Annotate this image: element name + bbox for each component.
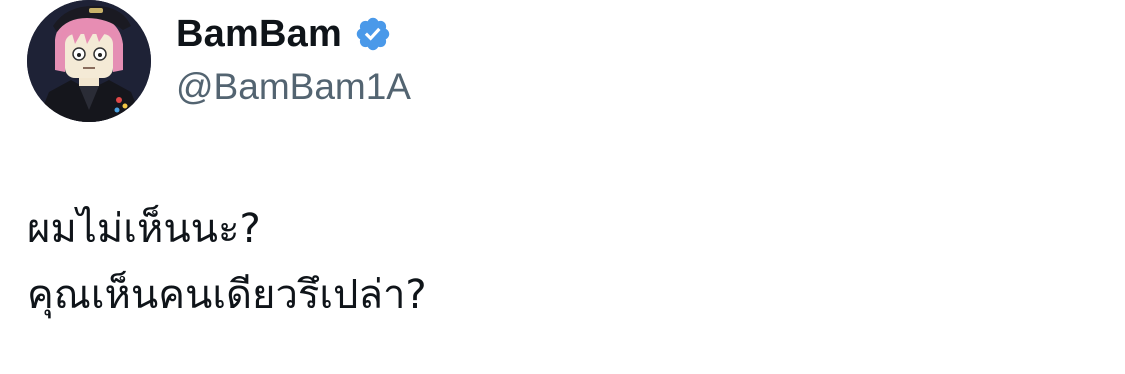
- author-display-name[interactable]: BamBam: [176, 13, 342, 56]
- tweet-text-line: คุณเห็นคนเดียวรึเปล่า?: [27, 272, 427, 318]
- tweet-text-line: ผมไม่เห็นนะ?: [27, 206, 261, 252]
- author-handle[interactable]: @BamBam1A: [176, 66, 411, 108]
- cartoon-avatar-icon: [27, 0, 151, 122]
- tweet-text: ผมไม่เห็นนะ? คุณเห็นคนเดียวรึเปล่า?: [27, 196, 427, 328]
- author-name-row: BamBam: [176, 12, 392, 56]
- verified-badge-icon: [354, 15, 392, 53]
- tweet-card: BamBam @BamBam1A ผมไม่เห็นนะ? คุณเห็นคนเ…: [0, 0, 1125, 374]
- profile-avatar[interactable]: [27, 0, 151, 122]
